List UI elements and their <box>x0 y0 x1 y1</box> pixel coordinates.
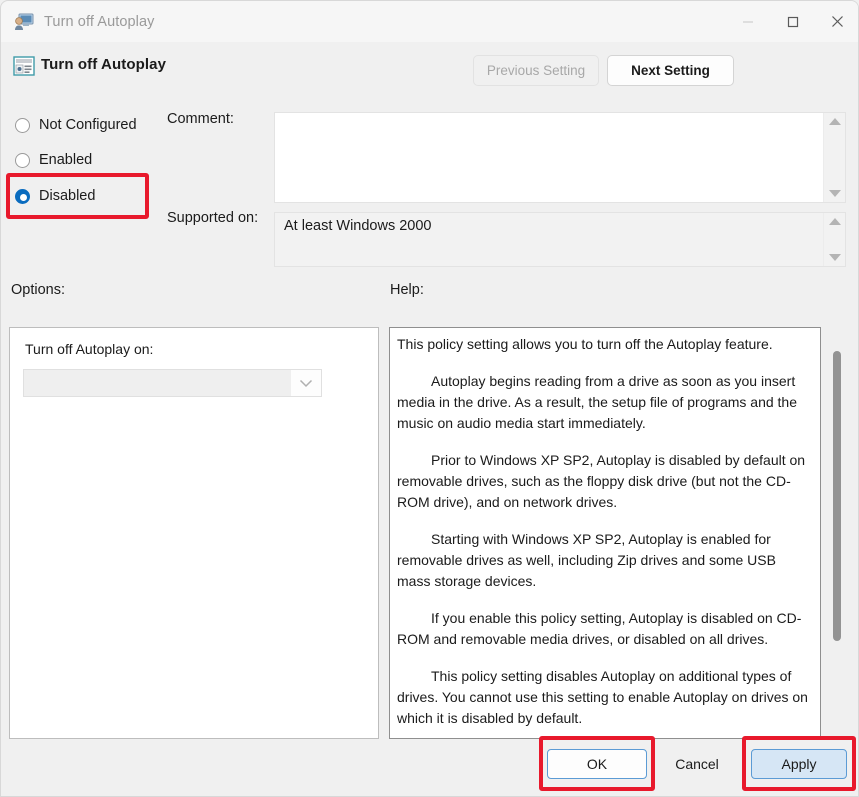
comment-value[interactable] <box>275 113 823 202</box>
arrow-down-icon[interactable] <box>828 254 841 261</box>
supported-on-value: At least Windows 2000 <box>284 218 432 234</box>
minimize-icon[interactable] <box>725 1 770 42</box>
autoplay-target-dropdown[interactable] <box>23 369 322 397</box>
supported-on-scrollbar[interactable] <box>823 213 845 266</box>
help-panel: This policy setting allows you to turn o… <box>389 327 821 739</box>
chevron-down-icon[interactable] <box>291 370 321 396</box>
options-section-label: Options: <box>11 282 65 298</box>
supported-on-label: Supported on: <box>167 210 259 226</box>
help-paragraph: This policy setting allows you to turn o… <box>397 336 773 352</box>
radio-enabled[interactable]: Enabled <box>15 149 92 171</box>
supported-on-field: At least Windows 2000 <box>274 212 846 267</box>
setting-title: Turn off Autoplay <box>41 56 167 73</box>
help-scrollbar-thumb[interactable] <box>833 351 841 641</box>
radio-indicator-selected <box>15 188 30 204</box>
ok-button[interactable]: OK <box>547 749 647 779</box>
cancel-button[interactable]: Cancel <box>656 749 738 779</box>
help-paragraph: Starting with Windows XP SP2, Autoplay i… <box>397 531 776 589</box>
previous-setting-button[interactable]: Previous Setting <box>473 55 599 86</box>
comment-label: Comment: <box>167 111 234 127</box>
radio-label: Enabled <box>39 152 93 168</box>
help-section-label: Help: <box>390 282 424 298</box>
setting-header: Turn off Autoplay Previous Setting Next … <box>1 42 858 109</box>
arrow-down-icon[interactable] <box>828 190 841 197</box>
options-panel: Turn off Autoplay on: <box>9 327 379 739</box>
radio-not-configured[interactable]: Not Configured <box>15 114 137 136</box>
title-bar: Turn off Autoplay <box>1 1 858 42</box>
autoplay-target-label: Turn off Autoplay on: <box>25 341 154 357</box>
help-paragraph: If you enable this policy setting, Autop… <box>397 610 802 647</box>
window-controls <box>725 1 858 42</box>
radio-indicator <box>15 117 30 133</box>
radio-indicator <box>15 152 30 168</box>
help-paragraph: Autoplay begins reading from a drive as … <box>397 373 797 431</box>
apply-button[interactable]: Apply <box>751 749 847 779</box>
window-title: Turn off Autoplay <box>44 13 155 30</box>
arrow-up-icon[interactable] <box>828 218 841 225</box>
maximize-icon[interactable] <box>770 1 815 42</box>
radio-label: Disabled <box>39 188 96 204</box>
close-icon[interactable] <box>815 1 858 42</box>
group-policy-setting-icon <box>13 56 35 76</box>
policy-monitor-icon <box>14 13 34 31</box>
radio-label: Not Configured <box>39 117 137 133</box>
comment-field[interactable] <box>274 112 846 203</box>
help-paragraph: Prior to Windows XP SP2, Autoplay is dis… <box>397 452 806 510</box>
help-paragraph: This policy setting disables Autoplay on… <box>397 668 808 726</box>
arrow-up-icon[interactable] <box>828 118 841 125</box>
comment-scrollbar[interactable] <box>823 113 845 202</box>
group-policy-setting-dialog: Turn off Autoplay Turn off Autoplay Prev… <box>0 0 859 797</box>
radio-disabled[interactable]: Disabled <box>15 185 95 207</box>
next-setting-button[interactable]: Next Setting <box>607 55 734 86</box>
